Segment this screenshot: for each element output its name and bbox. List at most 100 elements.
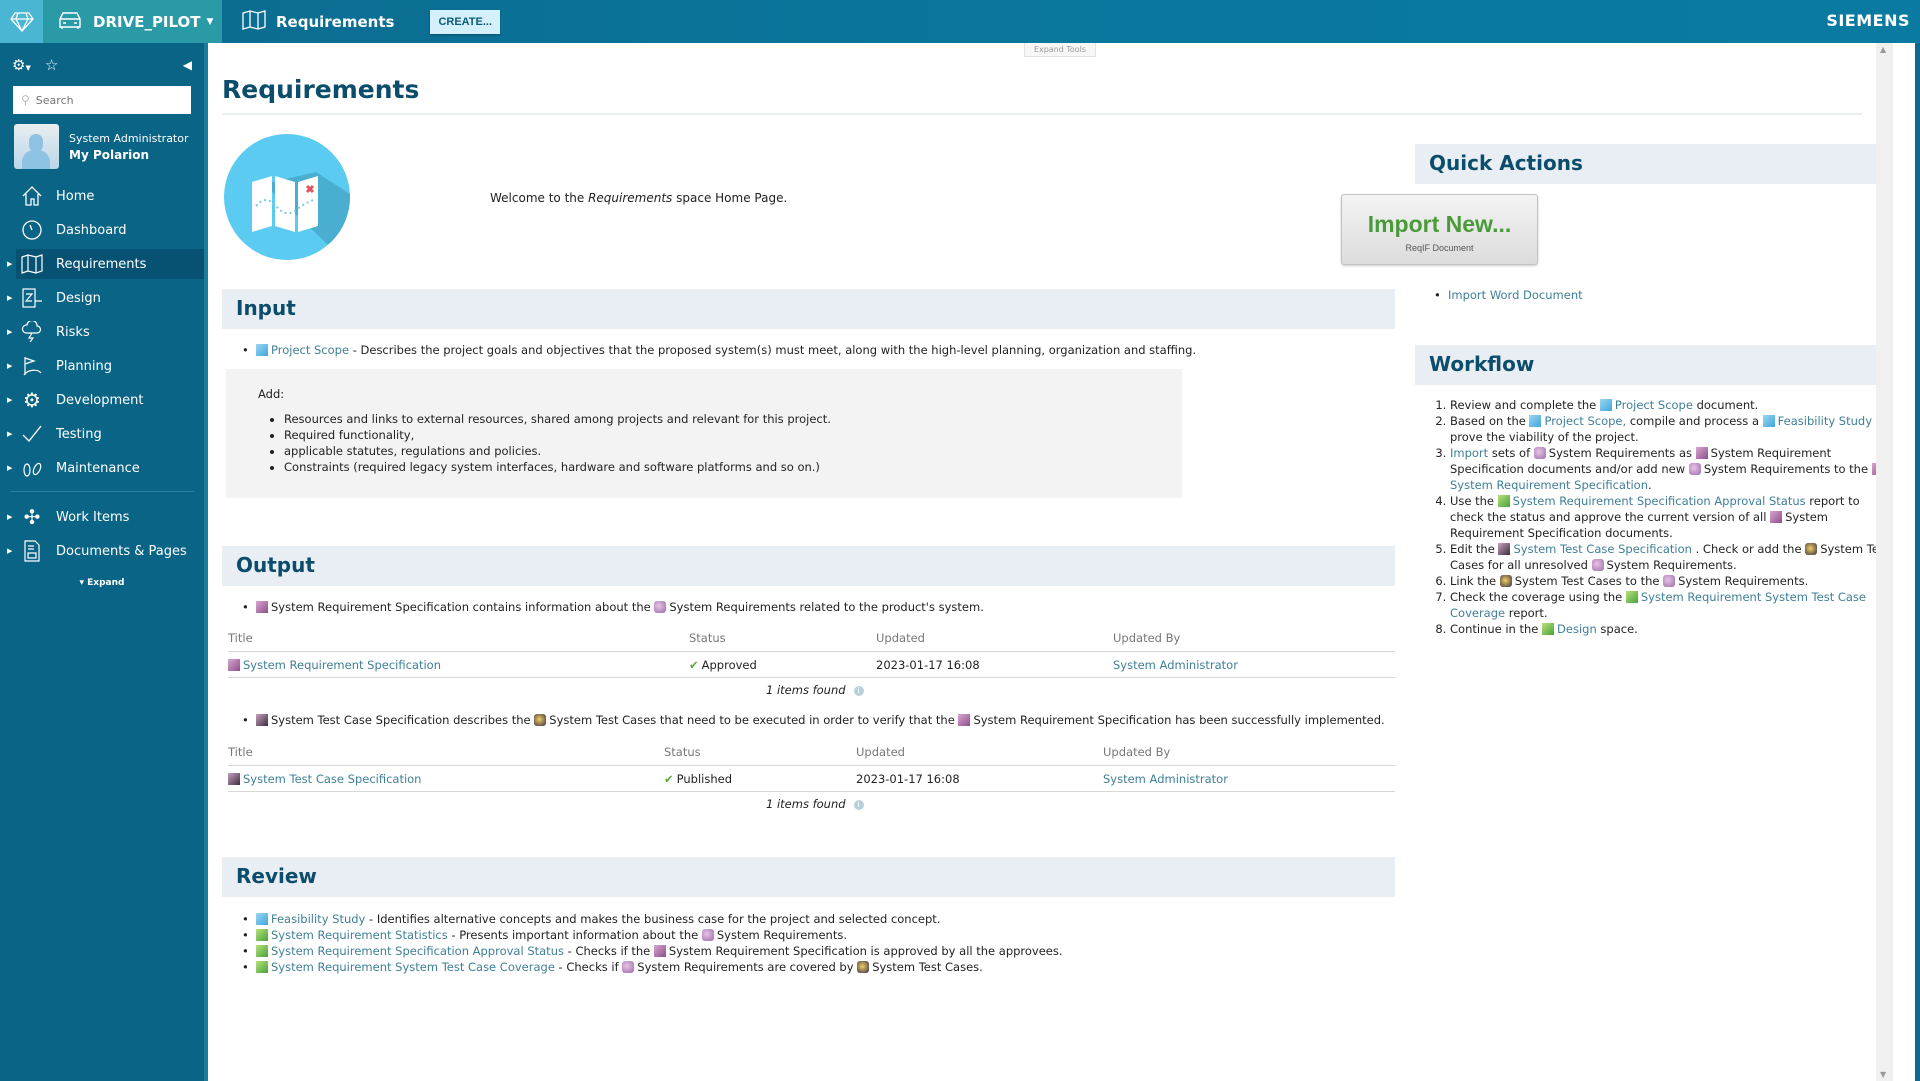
system-requirement-icon xyxy=(622,961,635,973)
create-button[interactable]: CREATE... xyxy=(430,9,501,34)
test-case-icon xyxy=(857,961,870,973)
scroll-down-arrow-icon[interactable]: ▼ xyxy=(1880,1070,1886,1079)
expand-arrow-icon[interactable]: ▶ xyxy=(7,328,12,336)
add-info-box: Add: Resources and links to external res… xyxy=(226,369,1182,498)
project-scope-link[interactable]: Project Scope xyxy=(271,343,349,357)
column-header-updated-by[interactable]: Updated By xyxy=(1113,631,1180,645)
main-content: Expand Tools Requirements Welcome to the… xyxy=(208,43,1898,1081)
sidebar-item-maintenance[interactable]: ▶ Maintenance xyxy=(0,453,204,483)
srs-document-link[interactable]: System Requirement Specification xyxy=(243,658,441,672)
updated-by-link[interactable]: System Administrator xyxy=(1113,658,1238,672)
status-badge: ✔ Published xyxy=(664,772,733,786)
expand-arrow-icon[interactable]: ▶ xyxy=(7,362,12,370)
polarion-logo-icon[interactable] xyxy=(0,0,43,43)
expand-arrow-icon[interactable]: ▶ xyxy=(7,260,12,268)
approved-check-icon: ✔ xyxy=(689,658,699,672)
specification-icon xyxy=(958,714,971,726)
info-icon[interactable]: i xyxy=(853,686,864,696)
sidebar-item-requirements[interactable]: ▶ Requirements xyxy=(7,249,204,279)
info-icon[interactable]: i xyxy=(853,800,864,810)
collapse-sidebar-icon[interactable]: ◀ xyxy=(183,58,192,72)
sidebar-item-dashboard[interactable]: Dashboard xyxy=(0,215,204,245)
column-header-updated[interactable]: Updated xyxy=(856,745,905,759)
srs-link[interactable]: System Requirement Specification xyxy=(1450,478,1648,492)
workflow-step: Check the coverage using the System Requ… xyxy=(1450,589,1890,621)
updated-by-link[interactable]: System Administrator xyxy=(1103,772,1228,786)
coverage-report-link[interactable]: System Requirement System Test Case Cove… xyxy=(271,960,555,974)
project-scope-link[interactable]: Project Scope, xyxy=(1544,414,1626,428)
updated-date: 2023-01-17 16:08 xyxy=(876,658,980,672)
statistics-report-link[interactable]: System Requirement Statistics xyxy=(271,928,448,942)
stcs-document-link[interactable]: System Test Case Specification xyxy=(243,772,421,786)
sidebar-item-home[interactable]: Home xyxy=(0,181,204,211)
approval-status-report-link[interactable]: System Requirement Specification Approva… xyxy=(1513,494,1806,508)
sidebar-divider xyxy=(10,491,194,492)
test-specification-icon xyxy=(228,773,240,785)
column-header-title[interactable]: Title xyxy=(228,631,253,645)
settings-gear-icon[interactable]: ⚙▼ xyxy=(12,56,31,74)
project-selector[interactable]: DRIVE_PILOT ▼ xyxy=(43,0,222,43)
checkmark-icon xyxy=(20,422,44,446)
review-section-header: Review xyxy=(222,857,1395,897)
workflow-steps: Review and complete the Project Scope do… xyxy=(1450,397,1890,637)
scroll-up-arrow-icon[interactable]: ▲ xyxy=(1880,45,1886,54)
table-row[interactable]: System Requirement Specification xyxy=(228,658,441,672)
sidebar-item-work-items[interactable]: ▶ ✣ Work Items xyxy=(0,502,204,532)
import-link[interactable]: Import xyxy=(1450,446,1488,460)
status-badge: ✔ Approved xyxy=(689,658,757,672)
column-header-status[interactable]: Status xyxy=(689,631,726,645)
vertical-scrollbar[interactable]: ▲ ▼ xyxy=(1876,43,1893,1081)
favorites-star-icon[interactable]: ☆ xyxy=(45,56,58,74)
expand-arrow-icon[interactable]: ▶ xyxy=(7,430,12,438)
sidebar-item-label: Requirements xyxy=(56,256,147,272)
expand-arrow-icon[interactable]: ▶ xyxy=(7,396,12,404)
items-found-label: 1 items found i xyxy=(766,683,864,697)
sidebar-item-label: Planning xyxy=(56,358,112,374)
column-header-updated-by[interactable]: Updated By xyxy=(1103,745,1170,759)
expand-arrow-icon[interactable]: ▶ xyxy=(7,513,12,521)
table-row[interactable]: System Test Case Specification xyxy=(228,772,421,786)
list-item: Resources and links to external resource… xyxy=(284,411,831,427)
workflow-step: Based on the Project Scope, compile and … xyxy=(1450,413,1890,445)
sidebar-item-planning[interactable]: ▶ Planning xyxy=(0,351,204,381)
list-item: • System Requirement System Test Case Cov… xyxy=(242,960,983,974)
document-icon xyxy=(256,344,268,356)
sidebar-item-development[interactable]: ▶ ⚙ Development xyxy=(0,385,204,415)
approval-status-report-link[interactable]: System Requirement Specification Approva… xyxy=(271,944,564,958)
import-new-button[interactable]: Import New... ReqIF Document xyxy=(1341,194,1538,265)
design-space-link[interactable]: Design xyxy=(1557,622,1597,636)
user-panel[interactable]: System Administrator My Polarion xyxy=(14,124,204,169)
feasibility-study-link[interactable]: Feasibility Study xyxy=(271,912,365,926)
search-field[interactable]: ⚲ xyxy=(13,86,191,114)
system-requirement-icon xyxy=(701,929,714,941)
column-header-status[interactable]: Status xyxy=(664,745,701,759)
expand-tools-button[interactable]: Expand Tools xyxy=(1024,43,1096,57)
sidebar-item-documents[interactable]: ▶ Documents & Pages xyxy=(0,536,204,566)
report-icon xyxy=(256,945,268,957)
search-input[interactable] xyxy=(35,93,176,107)
expand-arrow-icon[interactable]: ▶ xyxy=(7,464,12,472)
review-list: • Feasibility Study - Identifies alternat… xyxy=(242,911,1063,975)
user-name: System Administrator xyxy=(69,131,189,145)
feasibility-study-link[interactable]: Feasibility Study xyxy=(1778,414,1872,428)
puzzle-icon: ✣ xyxy=(23,505,41,529)
expand-arrow-icon[interactable]: ▶ xyxy=(7,547,12,555)
title-divider xyxy=(222,113,1862,115)
my-polarion-link[interactable]: My Polarion xyxy=(69,148,189,162)
sidebar-item-design[interactable]: ▶ Design xyxy=(0,283,204,313)
column-header-title[interactable]: Title xyxy=(228,745,253,759)
import-word-link[interactable]: Import Word Document xyxy=(1448,288,1583,302)
import-type-label: ReqIF Document xyxy=(1405,243,1474,253)
expand-sidebar-button[interactable]: ▾ Expand xyxy=(0,578,204,588)
add-label: Add: xyxy=(258,387,285,401)
sidebar-item-testing[interactable]: ▶ Testing xyxy=(0,419,204,449)
column-header-updated[interactable]: Updated xyxy=(876,631,925,645)
project-scope-link[interactable]: Project Scope xyxy=(1615,398,1693,412)
space-breadcrumb[interactable]: Requirements xyxy=(242,9,394,34)
sidebar-item-label: Dashboard xyxy=(56,222,127,238)
sidebar-item-risks[interactable]: ▶ Risks xyxy=(0,317,204,347)
expand-arrow-icon[interactable]: ▶ xyxy=(7,294,12,302)
requirements-map-illustration xyxy=(224,134,350,260)
avatar[interactable] xyxy=(14,124,59,169)
stcs-link[interactable]: System Test Case Specification xyxy=(1513,542,1691,556)
